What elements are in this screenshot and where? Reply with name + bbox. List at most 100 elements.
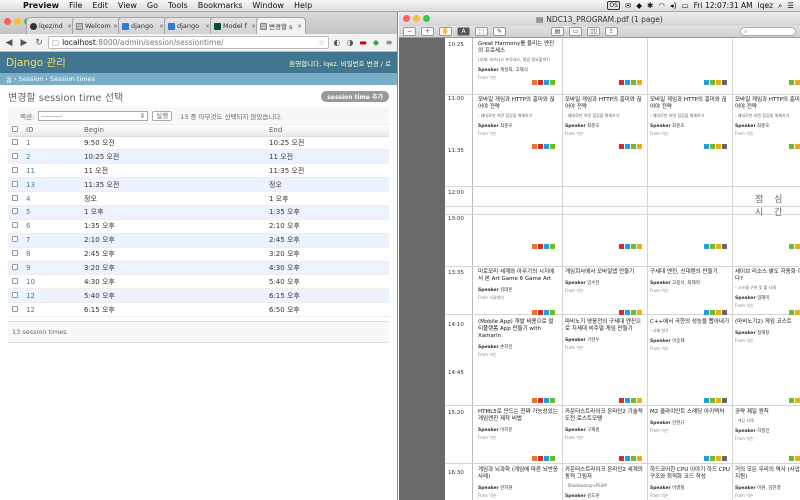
menu-view[interactable]: View xyxy=(113,1,142,10)
row-checkbox[interactable] xyxy=(12,208,18,215)
text-select-icon[interactable]: A xyxy=(457,27,470,36)
page-info-icon[interactable]: ▢ xyxy=(52,38,59,47)
row-checkbox[interactable] xyxy=(12,222,18,229)
row-id-link[interactable]: 11 xyxy=(22,163,80,179)
forward-icon[interactable]: ▶ xyxy=(18,37,30,49)
two-page-icon[interactable]: ▯▯ xyxy=(587,27,600,36)
reload-icon[interactable]: ↻ xyxy=(33,37,45,49)
browser-tab[interactable]: django × xyxy=(164,17,214,34)
row-checkbox[interactable] xyxy=(12,236,18,243)
menu-file[interactable]: File xyxy=(64,1,87,10)
spotlight-icon[interactable]: ⌕ xyxy=(778,1,782,11)
single-page-icon[interactable]: ▭ xyxy=(569,27,582,36)
back-icon[interactable]: ◀ xyxy=(3,37,15,49)
row-id-link[interactable]: 7 xyxy=(22,233,80,248)
close-tab-icon[interactable]: × xyxy=(297,23,302,30)
row-checkbox[interactable] xyxy=(12,305,18,312)
row-id-link[interactable]: 2 xyxy=(22,149,80,165)
breadcrumb-app[interactable]: Session xyxy=(19,75,44,83)
mail-icon[interactable]: ✉ xyxy=(625,1,631,10)
zoom-out-icon[interactable]: − xyxy=(403,27,416,36)
user-tools[interactable]: 환영합니다, lqez. 비밀번호 변경 / 로 xyxy=(289,58,391,68)
menu-tools[interactable]: Tools xyxy=(163,1,193,10)
extension-icon[interactable]: ◑ xyxy=(345,38,355,48)
wifi-icon[interactable]: ◠ xyxy=(658,1,665,10)
select-all-checkbox[interactable] xyxy=(12,126,18,133)
chrome-menu-icon[interactable]: ≡ xyxy=(384,38,394,48)
row-id-link[interactable]: 4 xyxy=(22,191,80,206)
search-input[interactable]: ⌕ xyxy=(740,27,796,36)
session-subtitle: - 제대로만 하면 점검을 해제하기 xyxy=(478,113,533,118)
extension-icon[interactable]: ▬ xyxy=(358,38,368,48)
rect-select-icon[interactable]: ⬚ xyxy=(475,27,488,36)
row-id-link[interactable]: 5 xyxy=(22,205,80,220)
extension-icon[interactable]: ◐ xyxy=(332,38,342,48)
sidebar-view-icon[interactable]: ▤ xyxy=(551,27,564,36)
extension-icon[interactable]: ◆ xyxy=(371,38,381,48)
menubar-user[interactable]: lqez xyxy=(758,1,773,10)
row-id-link[interactable]: 9 xyxy=(22,261,80,276)
close-window-button[interactable] xyxy=(403,15,410,22)
minimize-window-button[interactable] xyxy=(14,18,21,25)
browser-tab[interactable]: lqez/nd × xyxy=(26,17,76,34)
row-checkbox[interactable] xyxy=(12,291,18,298)
close-window-button[interactable] xyxy=(4,18,11,25)
row-checkbox[interactable] xyxy=(12,277,18,284)
menu-bookmarks[interactable]: Bookmarks xyxy=(193,1,248,10)
session-from-line: From 서울예대 xyxy=(478,295,504,300)
row-checkbox[interactable] xyxy=(12,194,18,201)
menu-go[interactable]: Go xyxy=(142,1,163,10)
row-id-link[interactable]: 6 xyxy=(22,219,80,234)
annotate-icon[interactable]: ✎ xyxy=(493,27,506,36)
address-bar[interactable]: ▢ localhost:8000/admin/session/sessionti… xyxy=(48,36,329,49)
row-id-link[interactable]: 12 xyxy=(22,288,80,304)
row-id-link[interactable]: 12 xyxy=(22,302,80,318)
session-speaker: 고중석, 최재혁 xyxy=(672,281,700,286)
browser-tab-active[interactable]: 변경할 s × xyxy=(256,17,306,34)
pan-tool-icon[interactable]: ✋ xyxy=(439,27,452,36)
session-tags xyxy=(619,456,642,461)
dropbox-icon[interactable]: ◆ xyxy=(636,1,642,10)
column-header-begin[interactable]: Begin xyxy=(80,125,265,137)
add-session-time-button[interactable]: session time 추가 xyxy=(321,90,389,102)
row-checkbox[interactable] xyxy=(12,138,18,145)
bookmark-star-icon[interactable]: ☆ xyxy=(318,38,325,47)
menu-app-name[interactable]: Preview xyxy=(18,1,64,10)
share-icon[interactable]: ⇪ xyxy=(605,27,618,36)
column-header-id[interactable]: ID xyxy=(22,125,80,137)
session-speaker: 염해미 xyxy=(757,296,770,301)
minimize-window-button[interactable] xyxy=(413,15,420,22)
row-checkbox[interactable] xyxy=(12,180,18,187)
menu-window[interactable]: Window xyxy=(247,1,289,10)
go-button[interactable]: 실행 xyxy=(152,110,173,121)
session-from-line: From 넥슨 xyxy=(735,131,754,136)
browser-tab[interactable]: django × xyxy=(118,17,168,34)
action-select[interactable]: --------- ⇕ xyxy=(38,110,149,121)
bluetooth-icon[interactable]: ✱ xyxy=(647,1,653,10)
zoom-in-icon[interactable]: + xyxy=(421,27,434,36)
session-title: 게임과 뇌과학 (게임에 따른 뇌반응 사례) xyxy=(478,467,558,480)
row-id-link[interactable]: 1 xyxy=(22,136,80,151)
row-checkbox[interactable] xyxy=(12,166,18,173)
os-status-icon[interactable]: OS xyxy=(607,1,620,10)
django-brand[interactable]: Django 관리 xyxy=(6,55,66,70)
battery-icon[interactable]: ▭ xyxy=(682,1,689,10)
tag-badge-icon xyxy=(631,80,636,85)
menubar-clock[interactable]: Fri 12:07:31 AM xyxy=(694,1,753,10)
row-id-link[interactable]: 13 xyxy=(22,177,80,193)
browser-tab[interactable]: Model f × xyxy=(210,17,260,34)
row-checkbox[interactable] xyxy=(12,152,18,159)
grid-line xyxy=(445,405,800,406)
breadcrumb-home[interactable]: 홈 xyxy=(6,74,12,84)
row-id-link[interactable]: 8 xyxy=(22,247,80,262)
menu-help[interactable]: Help xyxy=(289,1,317,10)
row-id-link[interactable]: 10 xyxy=(22,274,80,290)
zoom-window-button[interactable] xyxy=(423,15,430,22)
row-checkbox[interactable] xyxy=(12,263,18,270)
column-header-end[interactable]: End xyxy=(265,125,389,137)
row-checkbox[interactable] xyxy=(12,250,18,257)
notification-center-icon[interactable]: ☰ xyxy=(787,1,794,10)
menu-edit[interactable]: Edit xyxy=(87,1,113,10)
browser-tab[interactable]: Welcom × xyxy=(72,17,122,34)
volume-icon[interactable]: ◂) xyxy=(670,1,677,10)
